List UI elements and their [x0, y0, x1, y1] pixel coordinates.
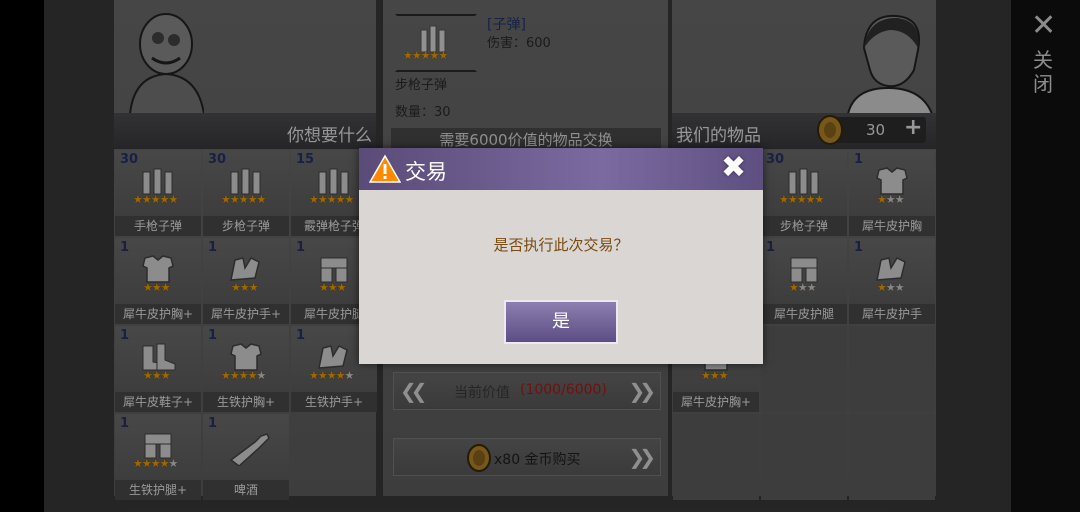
- warning-icon: [369, 154, 401, 183]
- confirm-button[interactable]: 是: [504, 300, 618, 344]
- trade-screen: 你想要什么 ★★★★★ [子弹] 伤害：600 步枪子弹 数量：30 需要600…: [0, 0, 1080, 512]
- close-icon[interactable]: ✖: [721, 150, 746, 185]
- dialog-header: 交易 ✖: [359, 148, 763, 190]
- dialog-title: 交易: [405, 160, 447, 184]
- dialog-message: 是否执行此次交易？: [493, 236, 629, 254]
- trade-dialog: 交易 ✖ 是否执行此次交易？ 是: [359, 148, 763, 364]
